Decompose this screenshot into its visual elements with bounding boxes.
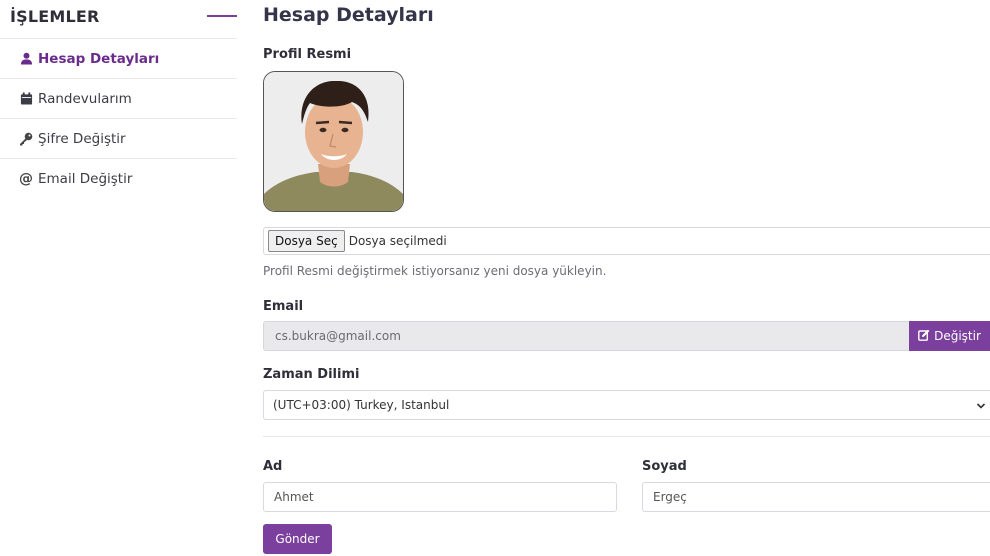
- chevron-down-icon: [976, 400, 986, 414]
- last-name-value: Ergeç: [653, 490, 687, 504]
- sidebar-item-label: Hesap Detayları: [38, 50, 160, 67]
- sidebar-item-change-email[interactable]: @ Email Değiştir: [0, 158, 237, 198]
- last-name-input[interactable]: Ergeç: [642, 482, 990, 512]
- page-title: Hesap Detayları: [263, 4, 434, 26]
- timezone-label: Zaman Dilimi: [263, 367, 360, 382]
- first-name-input[interactable]: Ahmet: [263, 482, 617, 512]
- timezone-selected-value: (UTC+03:00) Turkey, Istanbul: [273, 398, 450, 412]
- form-divider: [263, 436, 990, 437]
- sidebar-item-label: Şifre Değiştir: [38, 130, 126, 147]
- sidebar-item-label: Randevularım: [38, 90, 132, 107]
- at-icon: @: [19, 170, 33, 187]
- profile-picture-help: Profil Resmi değiştirmek istiyorsanız ye…: [263, 264, 607, 278]
- key-icon: [19, 132, 33, 146]
- first-name-label: Ad: [263, 459, 283, 474]
- sidebar-header: İŞLEMLER: [0, 0, 237, 38]
- sidebar: İŞLEMLER Hesap Detayları Randevularım Şi…: [0, 0, 237, 198]
- change-email-button[interactable]: Değiştir: [909, 321, 990, 351]
- sidebar-item-account-details[interactable]: Hesap Detayları: [0, 38, 237, 78]
- edit-icon: [918, 329, 930, 344]
- change-email-label: Değiştir: [934, 329, 981, 343]
- timezone-select[interactable]: (UTC+03:00) Turkey, Istanbul: [263, 390, 990, 420]
- file-status-text: Dosya seçilmedi: [348, 234, 447, 248]
- last-name-label: Soyad: [642, 459, 687, 474]
- sidebar-item-appointments[interactable]: Randevularım: [0, 78, 237, 118]
- calendar-icon: [19, 92, 33, 106]
- sidebar-item-change-password[interactable]: Şifre Değiştir: [0, 118, 237, 158]
- first-name-value: Ahmet: [274, 490, 314, 504]
- sidebar-title: İŞLEMLER: [10, 7, 100, 26]
- profile-file-input[interactable]: Dosya Seç Dosya seçilmedi: [263, 227, 990, 255]
- sidebar-item-label: Email Değiştir: [38, 170, 133, 187]
- choose-file-button[interactable]: Dosya Seç: [268, 230, 345, 252]
- email-field: cs.bukra@gmail.com: [263, 321, 909, 351]
- sidebar-title-line: [207, 15, 237, 17]
- user-icon: [19, 52, 33, 66]
- profile-picture-label: Profil Resmi: [263, 47, 352, 62]
- email-value: cs.bukra@gmail.com: [275, 329, 401, 343]
- profile-avatar: [263, 71, 404, 212]
- email-label: Email: [263, 299, 304, 314]
- submit-button[interactable]: Gönder: [263, 524, 332, 554]
